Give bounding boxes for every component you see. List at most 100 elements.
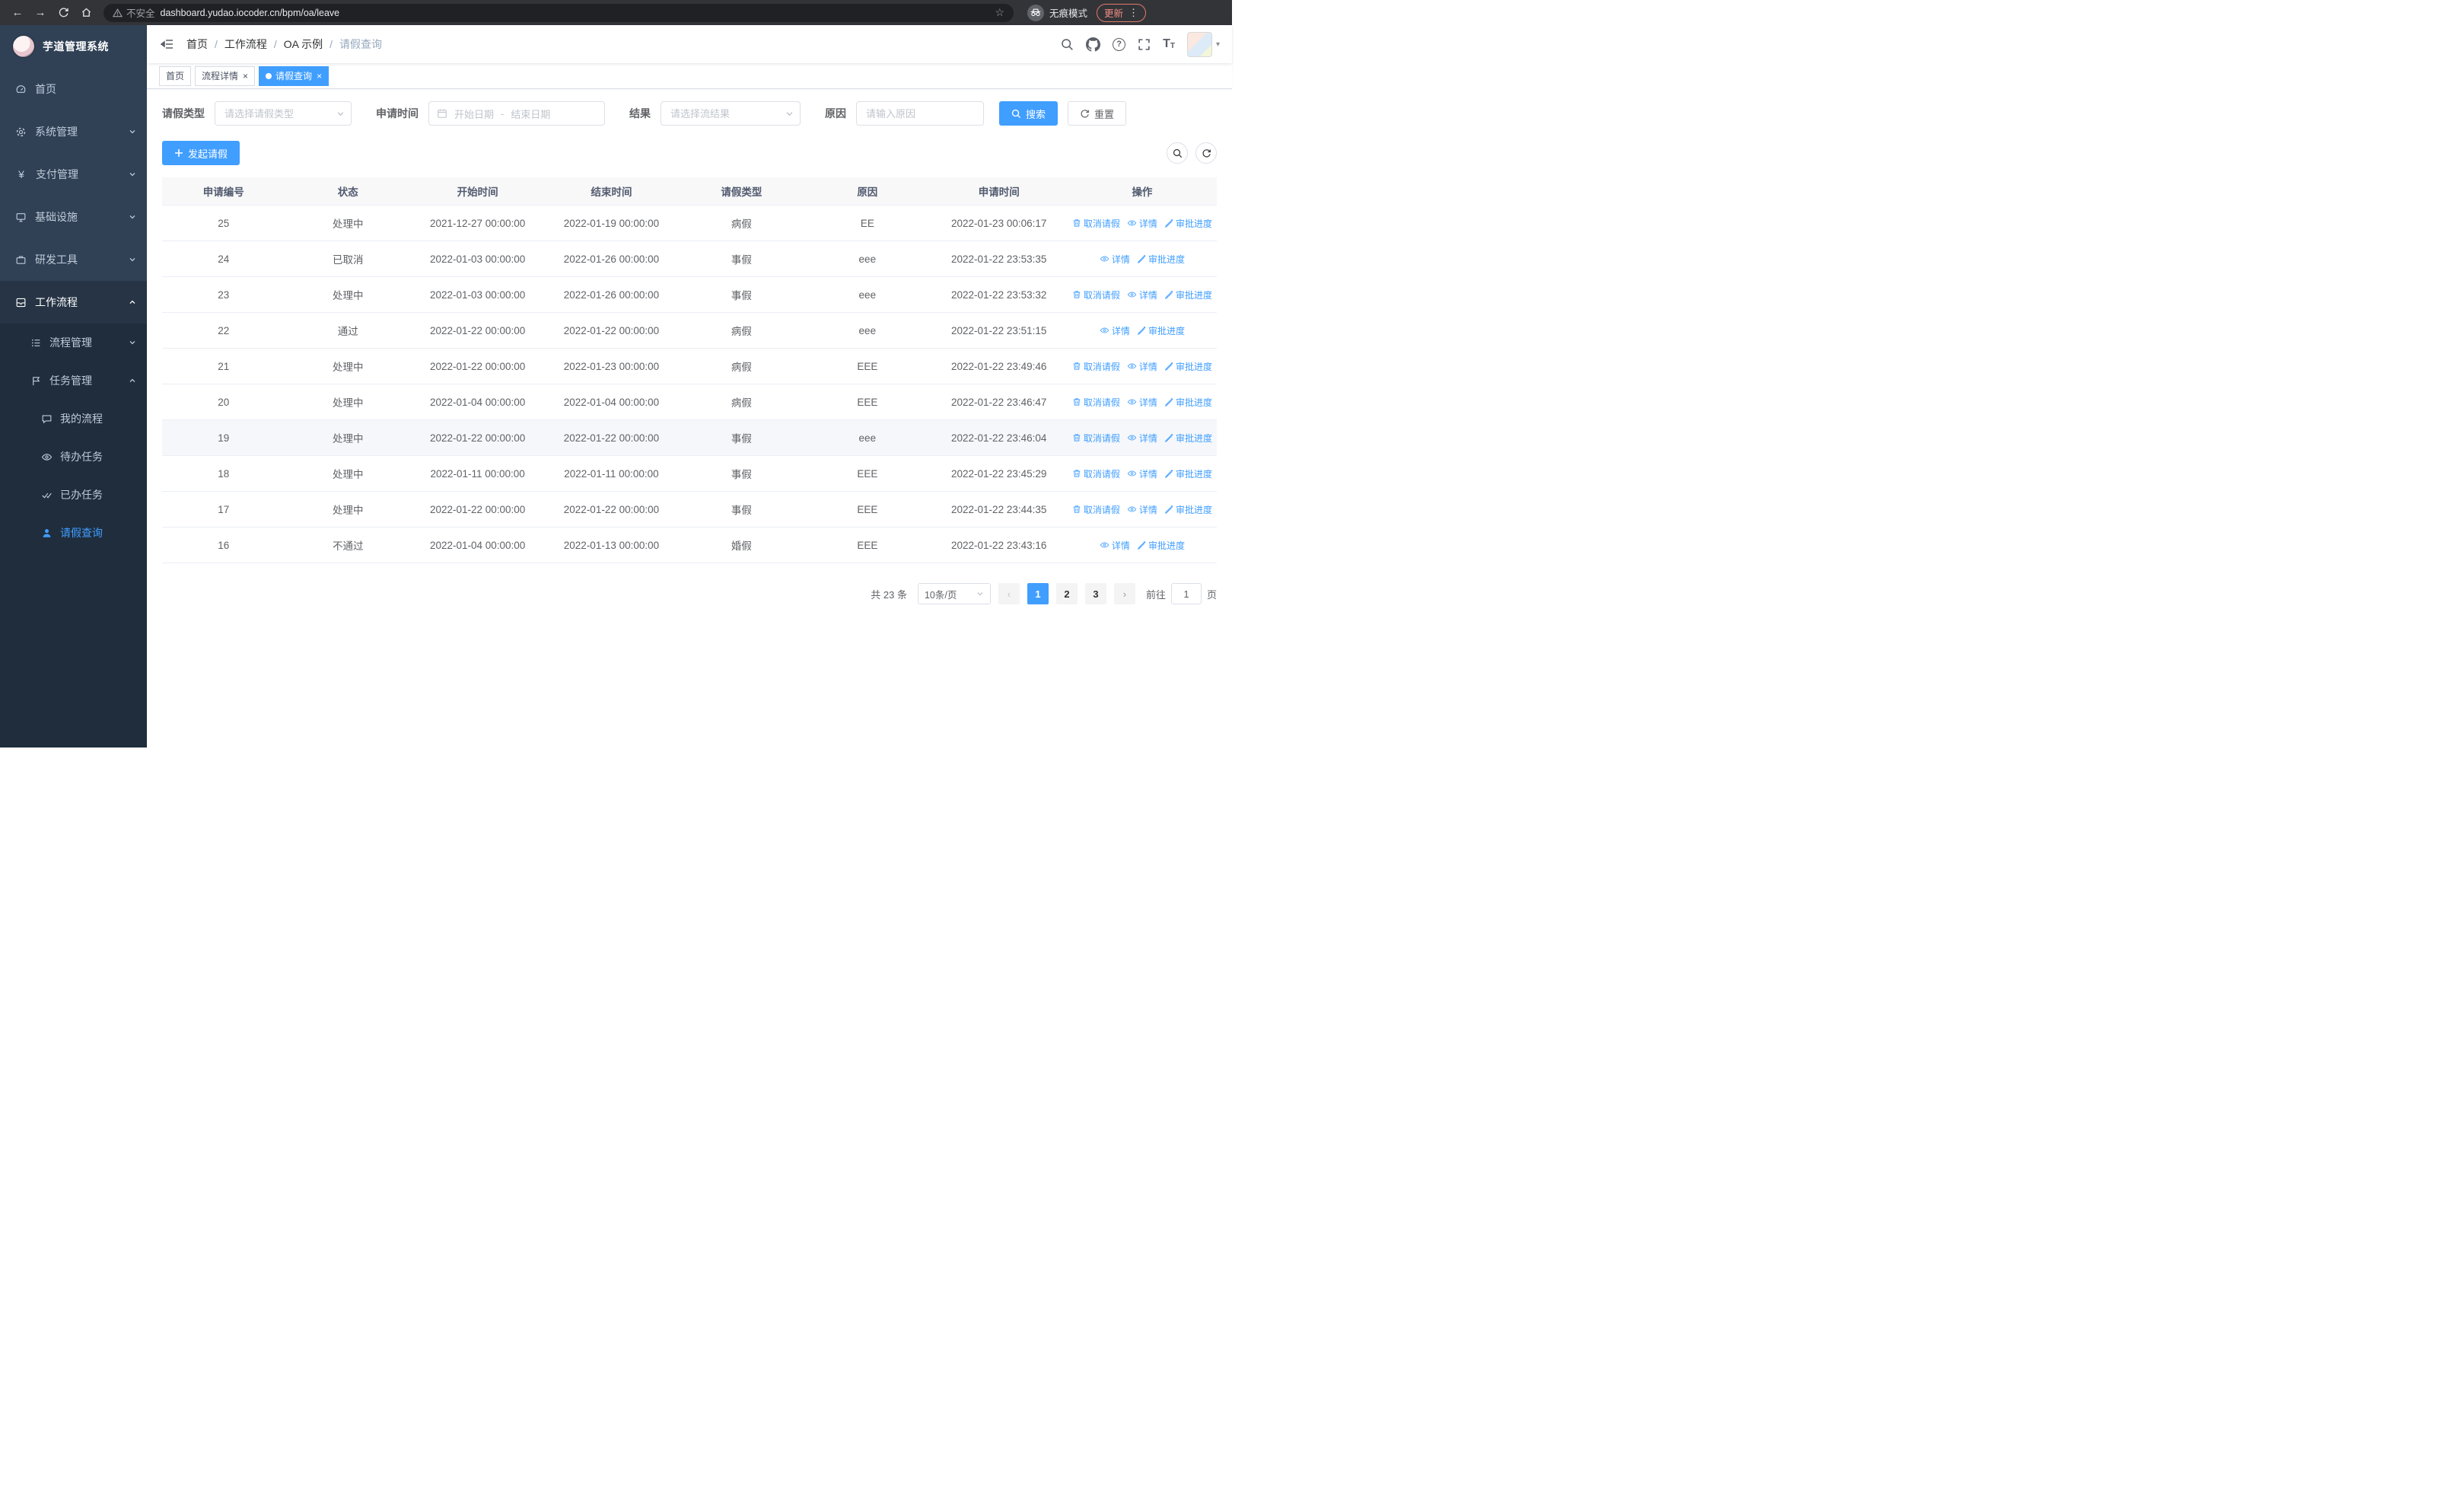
detail-link[interactable]: 详情 [1127, 503, 1157, 516]
detail-link[interactable]: 详情 [1100, 253, 1130, 266]
page-size-select[interactable]: 10条/页 [917, 583, 991, 604]
cancel-leave-link[interactable]: 取消请假 [1072, 432, 1120, 445]
browser-forward-icon[interactable]: → [30, 3, 50, 23]
sidebar-item-label: 流程管理 [49, 336, 92, 349]
sidebar-item-todo-tasks[interactable]: 待办任务 [0, 438, 147, 476]
cell-reason: EEE [857, 503, 878, 515]
cancel-leave-link[interactable]: 取消请假 [1072, 396, 1120, 409]
detail-link[interactable]: 详情 [1127, 432, 1157, 445]
sidebar-item-workflow[interactable]: 工作流程 [0, 281, 147, 324]
approval-progress-link[interactable]: 审批进度 [1137, 324, 1185, 337]
table-row[interactable]: 23 处理中 2022-01-03 00:00:00 2022-01-26 00… [162, 277, 1217, 313]
detail-link[interactable]: 详情 [1127, 467, 1157, 480]
goto-page-input[interactable] [1170, 583, 1202, 604]
cell-actions: 详情 审批进度 [1068, 324, 1217, 337]
detail-link[interactable]: 详情 [1127, 217, 1157, 230]
approval-progress-link[interactable]: 审批进度 [1164, 432, 1212, 445]
approval-progress-link[interactable]: 审批进度 [1164, 217, 1212, 230]
page-button-2[interactable]: 2 [1055, 583, 1078, 604]
sidebar-item-my-process[interactable]: 我的流程 [0, 400, 147, 438]
sidebar-item-devtools[interactable]: 研发工具 [0, 238, 147, 281]
reason-input[interactable] [856, 101, 984, 126]
browser-update-button[interactable]: 更新 ⋮ [1097, 3, 1147, 22]
tab-home[interactable]: 首页 [159, 65, 192, 86]
cancel-leave-link[interactable]: 取消请假 [1072, 288, 1120, 301]
create-leave-button[interactable]: 发起请假 [162, 141, 240, 165]
sidebar-item-leave-query[interactable]: 请假查询 [0, 514, 147, 552]
page-button-1[interactable]: 1 [1027, 583, 1049, 604]
breadcrumb-oa-example[interactable]: OA 示例 [284, 37, 323, 52]
date-range-picker[interactable]: 开始日期 - 结束日期 [428, 101, 605, 126]
user-avatar[interactable]: ▾ [1186, 31, 1220, 57]
table-row[interactable]: 16 不通过 2022-01-04 00:00:00 2022-01-13 00… [162, 528, 1217, 563]
tab-leave-query[interactable]: 请假查询 × [259, 65, 329, 86]
browser-refresh-icon[interactable] [53, 3, 73, 23]
tab-process-detail[interactable]: 流程详情 × [195, 65, 256, 86]
table-row[interactable]: 22 通过 2022-01-22 00:00:00 2022-01-22 00:… [162, 313, 1217, 349]
next-page-button[interactable]: › [1113, 583, 1135, 604]
bookmark-star-icon[interactable]: ☆ [995, 6, 1004, 19]
approval-progress-link[interactable]: 审批进度 [1164, 467, 1212, 480]
approval-progress-link[interactable]: 审批进度 [1137, 253, 1185, 266]
leave-type-select[interactable] [215, 101, 352, 126]
browser-back-icon[interactable]: ← [8, 3, 27, 23]
eye-icon [41, 453, 53, 461]
sidebar-item-process-mgmt[interactable]: 流程管理 [0, 324, 147, 362]
cancel-leave-link[interactable]: 取消请假 [1072, 467, 1120, 480]
toggle-search-button[interactable] [1167, 142, 1188, 164]
close-icon[interactable]: × [317, 72, 322, 81]
sidebar-item-done-tasks[interactable]: 已办任务 [0, 476, 147, 514]
browser-menu-icon[interactable]: ⋮ [1129, 7, 1138, 19]
detail-link[interactable]: 详情 [1100, 539, 1130, 552]
detail-link[interactable]: 详情 [1127, 360, 1157, 373]
refresh-table-button[interactable] [1195, 142, 1217, 164]
sidebar-toggle-icon[interactable] [159, 36, 176, 53]
browser-home-icon[interactable] [76, 3, 96, 23]
detail-link[interactable]: 详情 [1127, 288, 1157, 301]
cancel-leave-link[interactable]: 取消请假 [1072, 217, 1120, 230]
close-icon[interactable]: × [243, 72, 248, 81]
reset-button[interactable]: 重置 [1068, 101, 1127, 126]
detail-link[interactable]: 详情 [1127, 396, 1157, 409]
github-icon[interactable] [1086, 37, 1101, 52]
table-row[interactable]: 20 处理中 2022-01-04 00:00:00 2022-01-04 00… [162, 384, 1217, 420]
font-size-icon[interactable]: TT [1163, 38, 1175, 50]
security-warning[interactable]: 不安全 [113, 5, 155, 20]
table-row[interactable]: 24 已取消 2022-01-03 00:00:00 2022-01-26 00… [162, 241, 1217, 277]
col-actions: 操作 [1132, 186, 1153, 198]
table-row[interactable]: 18 处理中 2022-01-11 00:00:00 2022-01-11 00… [162, 456, 1217, 492]
search-button[interactable]: 搜索 [999, 101, 1059, 126]
cancel-leave-link[interactable]: 取消请假 [1072, 360, 1120, 373]
sidebar-item-task-mgmt[interactable]: 任务管理 [0, 362, 147, 400]
leave-type-input[interactable] [215, 101, 352, 126]
page-button-3[interactable]: 3 [1084, 583, 1106, 604]
breadcrumb-workflow[interactable]: 工作流程 [224, 37, 267, 52]
table-row[interactable]: 17 处理中 2022-01-22 00:00:00 2022-01-22 00… [162, 492, 1217, 528]
result-select[interactable] [661, 101, 801, 126]
table-row[interactable]: 19 处理中 2022-01-22 00:00:00 2022-01-22 00… [162, 420, 1217, 456]
sidebar-item-home[interactable]: 首页 [0, 68, 147, 110]
prev-page-button[interactable]: ‹ [998, 583, 1020, 604]
cell-reason: EEE [857, 467, 878, 480]
address-bar[interactable]: 不安全 dashboard.yudao.iocoder.cn/bpm/oa/le… [103, 3, 1014, 22]
approval-progress-link[interactable]: 审批进度 [1164, 288, 1212, 301]
sidebar-item-infrastructure[interactable]: 基础设施 [0, 196, 147, 238]
table-row[interactable]: 21 处理中 2022-01-22 00:00:00 2022-01-23 00… [162, 349, 1217, 384]
detail-link[interactable]: 详情 [1100, 324, 1130, 337]
result-input[interactable] [661, 101, 801, 126]
help-icon[interactable]: ? [1113, 37, 1126, 51]
sidebar-item-system[interactable]: 系统管理 [0, 110, 147, 153]
url-text[interactable]: dashboard.yudao.iocoder.cn/bpm/oa/leave [161, 8, 340, 18]
chevron-down-icon [129, 340, 135, 345]
approval-progress-link[interactable]: 审批进度 [1137, 539, 1185, 552]
breadcrumb-home[interactable]: 首页 [186, 37, 208, 52]
approval-progress-link[interactable]: 审批进度 [1164, 360, 1212, 373]
approval-progress-link[interactable]: 审批进度 [1164, 503, 1212, 516]
search-icon[interactable] [1061, 38, 1074, 51]
fullscreen-icon[interactable] [1138, 38, 1151, 51]
sidebar-item-payment[interactable]: ¥ 支付管理 [0, 153, 147, 196]
table-row[interactable]: 25 处理中 2021-12-27 00:00:00 2022-01-19 00… [162, 206, 1217, 241]
cancel-leave-link[interactable]: 取消请假 [1072, 503, 1120, 516]
app-logo[interactable]: 芋道管理系统 [0, 25, 147, 68]
approval-progress-link[interactable]: 审批进度 [1164, 396, 1212, 409]
